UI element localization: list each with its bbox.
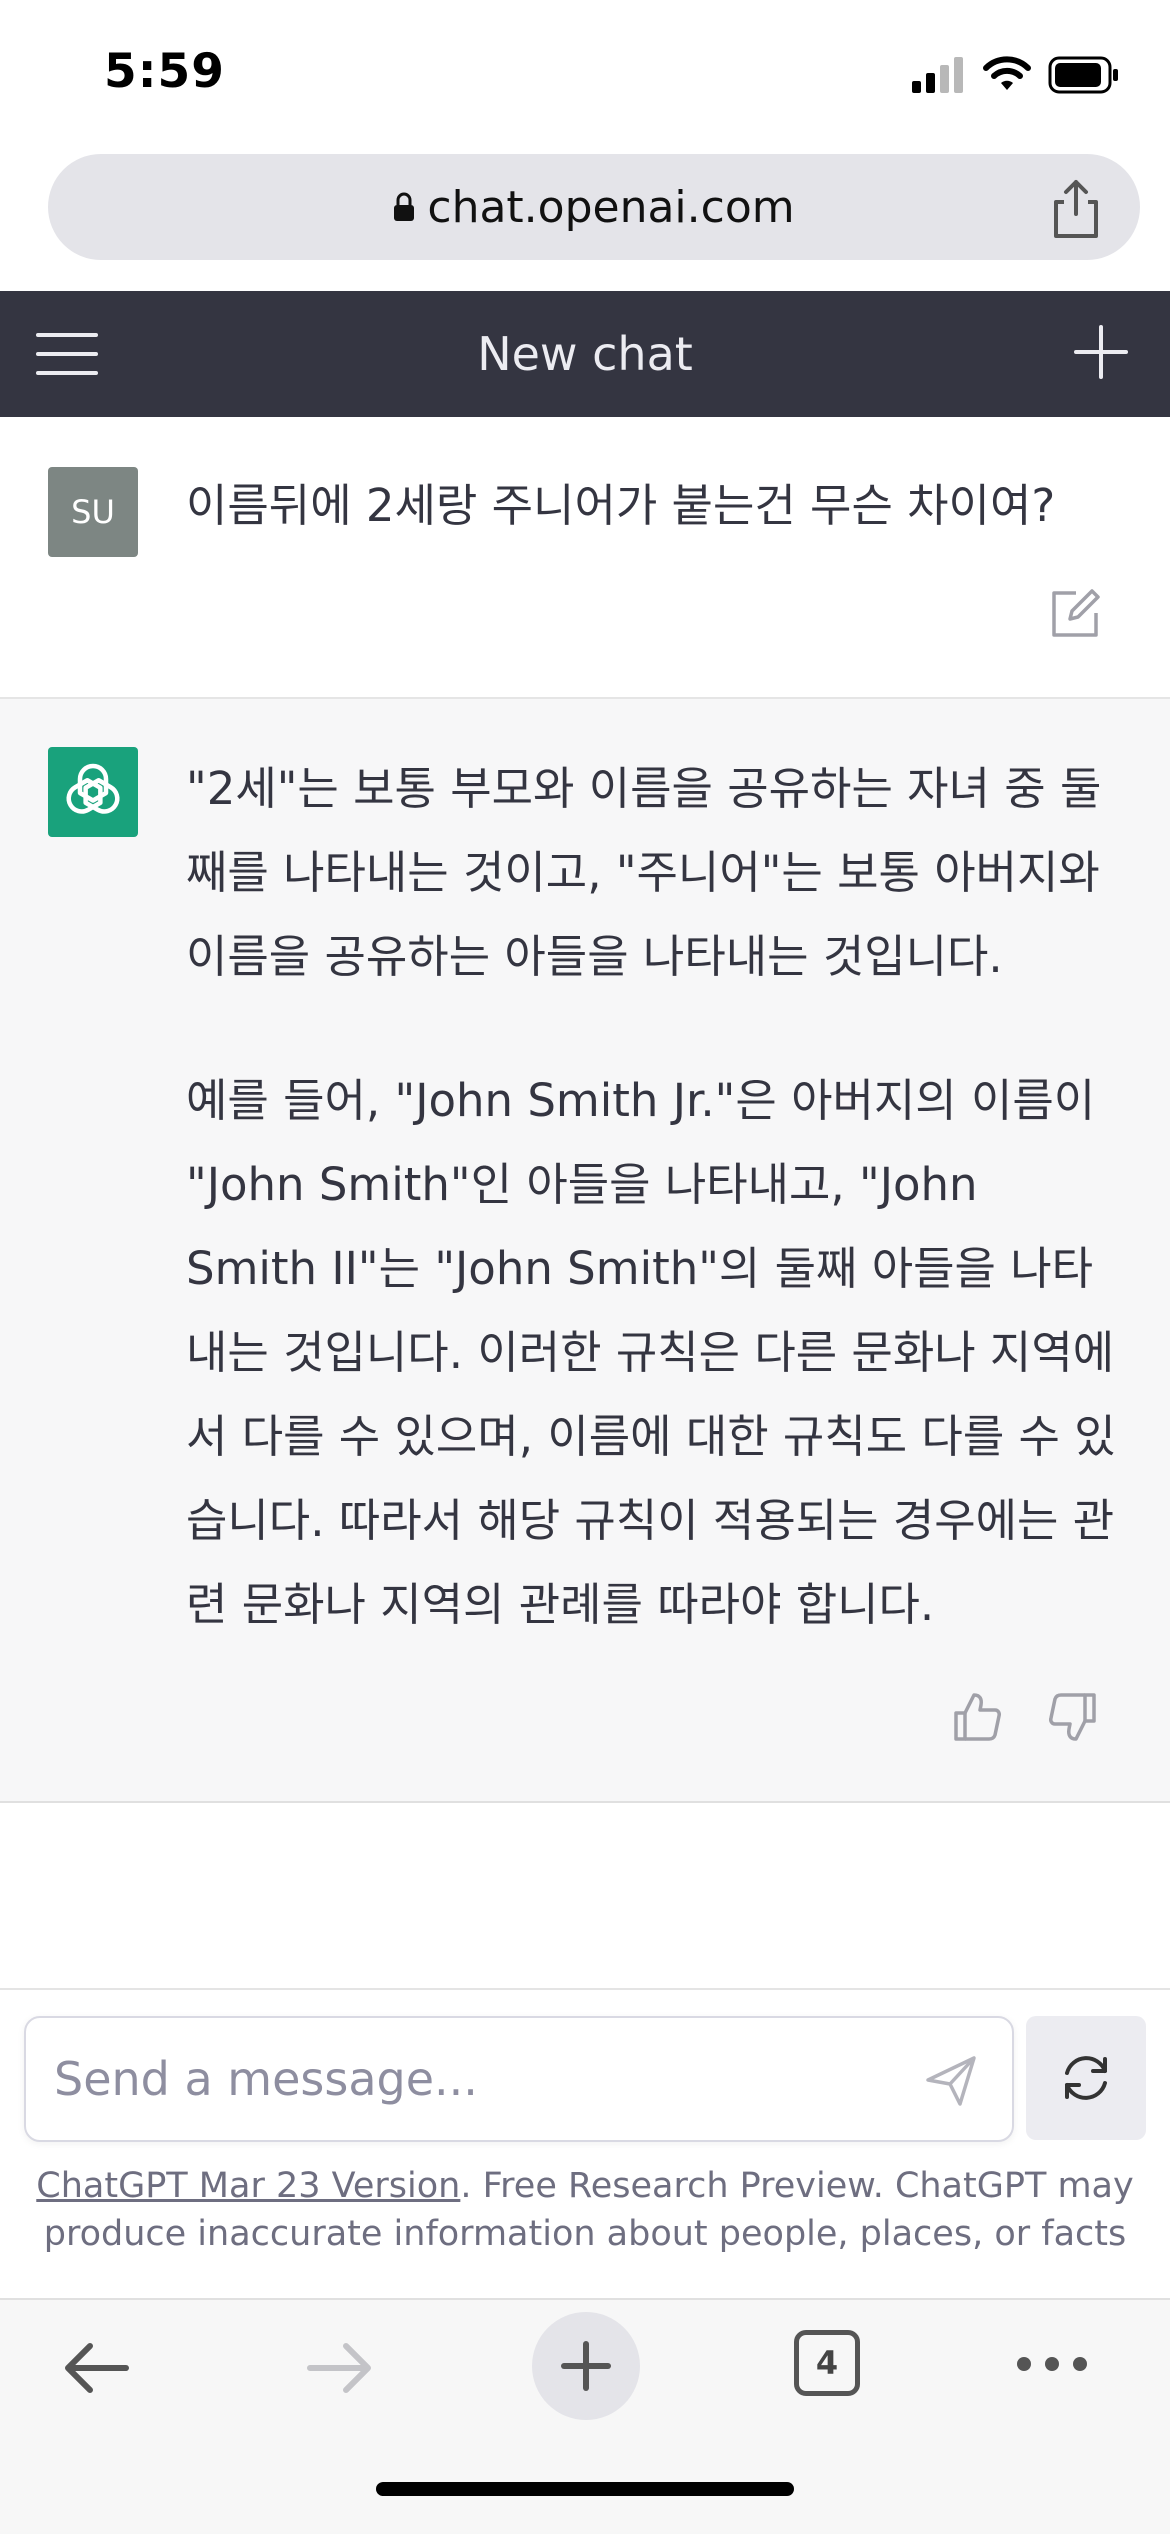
hamburger-menu-icon[interactable]	[36, 323, 98, 385]
message-input[interactable]	[52, 2038, 916, 2120]
user-avatar: SU	[48, 467, 138, 557]
new-tab-button[interactable]	[532, 2312, 640, 2420]
lock-icon	[394, 192, 415, 221]
home-indicator	[376, 2482, 794, 2496]
assistant-paragraph: "2세"는 보통 부모와 이름을 공유하는 자녀 중 둘째를 나타내는 것이고,…	[186, 762, 1102, 983]
status-icons	[912, 50, 1120, 100]
browser-toolbar: 4	[0, 2298, 1170, 2534]
user-message: SU 이름뒤에 2세랑 주니어가 붙는건 무슨 차이여?	[0, 417, 1170, 699]
wifi-icon	[983, 56, 1031, 90]
assistant-avatar	[48, 747, 138, 837]
send-icon[interactable]	[924, 2054, 978, 2108]
forward-arrow-icon[interactable]	[304, 2336, 376, 2400]
page-title: New chat	[477, 327, 693, 381]
battery-icon	[1048, 56, 1118, 94]
assistant-paragraph: 예를 들어, "John Smith Jr."은 아버지의 이름이 "John …	[186, 1074, 1116, 1631]
status-time: 5:59	[104, 44, 225, 99]
cellular-signal-icon	[912, 57, 963, 93]
openai-logo-icon	[66, 763, 120, 814]
tabs-button[interactable]: 4	[794, 2330, 860, 2396]
more-icon[interactable]	[1012, 2344, 1092, 2384]
edit-icon[interactable]	[1048, 587, 1102, 641]
new-chat-plus-icon[interactable]	[1070, 321, 1132, 383]
version-link[interactable]: ChatGPT Mar 23 Version	[36, 2166, 460, 2206]
assistant-message-text: "2세"는 보통 부모와 이름을 공유하는 자녀 중 둘째를 나타내는 것이고,…	[186, 747, 1116, 1647]
url-text: chat.openai.com	[427, 181, 795, 233]
url-bar[interactable]: chat.openai.com	[48, 154, 1140, 260]
thumbs-down-icon[interactable]	[1048, 1691, 1098, 1743]
regenerate-icon	[1065, 2056, 1107, 2100]
assistant-message: "2세"는 보통 부모와 이름을 공유하는 자녀 중 둘째를 나타내는 것이고,…	[0, 699, 1170, 1803]
share-icon[interactable]	[1046, 176, 1106, 240]
footer-disclaimer: ChatGPT Mar 23 Version. Free Research Pr…	[20, 2162, 1150, 2258]
thumbs-up-icon[interactable]	[952, 1691, 1002, 1743]
message-input-box	[24, 2016, 1014, 2142]
regenerate-button[interactable]	[1026, 2016, 1146, 2140]
composer-area: ChatGPT Mar 23 Version. Free Research Pr…	[0, 1988, 1170, 2300]
user-message-text: 이름뒤에 2세랑 주니어가 붙는건 무슨 차이여?	[186, 479, 1056, 532]
back-arrow-icon[interactable]	[60, 2336, 132, 2400]
new-tab-plus-icon	[561, 2341, 611, 2391]
app-header: New chat	[0, 291, 1170, 417]
